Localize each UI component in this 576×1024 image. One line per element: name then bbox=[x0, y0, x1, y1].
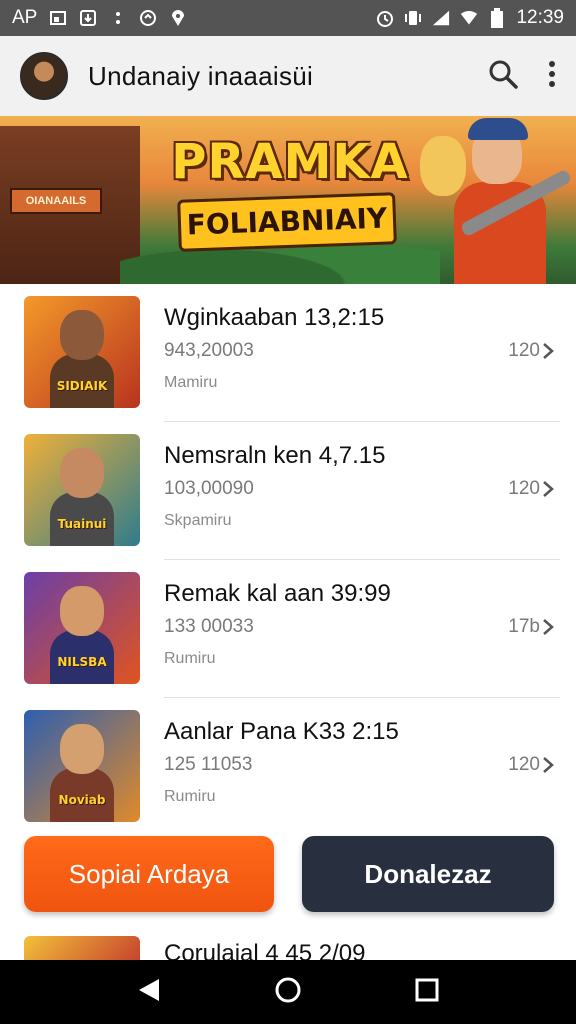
sync-icon bbox=[139, 9, 157, 27]
system-nav-bar bbox=[0, 960, 576, 1024]
alarm-icon bbox=[376, 9, 394, 27]
more-vert-icon[interactable] bbox=[548, 60, 556, 93]
thumbnail-logo: Tuainui bbox=[57, 517, 107, 531]
list-item[interactable]: SIDIAIK Wginkaaban 13,2:15 943,20003 Mam… bbox=[0, 284, 576, 422]
list-item[interactable]: Tuainui Nemsraln ken 4,7.15 103,00090 Sk… bbox=[0, 422, 576, 560]
item-count: 120 bbox=[508, 340, 554, 362]
vibrate-icon bbox=[404, 9, 422, 27]
image-icon bbox=[49, 9, 67, 27]
list-item[interactable]: Noviab Aanlar Pana K33 2:15 125 11053 Ru… bbox=[0, 698, 576, 836]
thumbnail-logo: SIDIAIK bbox=[56, 379, 108, 393]
item-tag: Rumiru bbox=[164, 650, 216, 667]
signal-icon bbox=[432, 9, 450, 27]
item-meta: 943,20003 bbox=[164, 340, 254, 361]
dots-icon bbox=[109, 9, 127, 27]
primary-button[interactable]: Sopiai Ardaya bbox=[24, 836, 274, 912]
chevron-right-icon bbox=[543, 619, 554, 635]
location-icon bbox=[169, 9, 187, 27]
item-count-value: 120 bbox=[508, 754, 540, 775]
item-count: 120 bbox=[508, 478, 554, 500]
status-bar: AP 12:39 bbox=[0, 0, 576, 36]
avatar[interactable] bbox=[20, 52, 68, 100]
recents-icon[interactable] bbox=[415, 978, 439, 1007]
item-title: Remak kal aan 39:99 bbox=[164, 580, 391, 607]
item-title: Aanlar Pana K33 2:15 bbox=[164, 718, 399, 745]
home-icon[interactable] bbox=[274, 976, 302, 1009]
item-tag: Skpamiru bbox=[164, 512, 232, 529]
item-meta: 133 00033 bbox=[164, 616, 254, 637]
back-icon[interactable] bbox=[137, 977, 161, 1008]
item-title: Corulaial 4 45 2/09 bbox=[164, 940, 366, 960]
item-meta: 103,00090 bbox=[164, 478, 254, 499]
app-bar: Undanaiy inaaaisüi bbox=[0, 36, 576, 116]
search-icon[interactable] bbox=[488, 59, 518, 94]
app-title: Undanaiy inaaaisüi bbox=[88, 60, 314, 91]
thumbnail-logo: NILSBA bbox=[57, 655, 107, 669]
game-thumbnail: NILSBA bbox=[24, 572, 140, 684]
battery-icon bbox=[488, 8, 506, 28]
item-title: Nemsraln ken 4,7.15 bbox=[164, 442, 386, 469]
hero-banner[interactable]: OIANAAILS PRAMKA FOLIABNIAIY bbox=[0, 116, 576, 284]
download-icon bbox=[79, 9, 97, 27]
item-tag: Rumiru bbox=[164, 788, 216, 805]
banner-title: PRAMKA bbox=[171, 134, 409, 190]
game-thumbnail: Tuainui bbox=[24, 434, 140, 546]
status-time: 12:39 bbox=[516, 7, 564, 28]
chevron-right-icon bbox=[543, 343, 554, 359]
banner-subtitle: FOLIABNIAIY bbox=[177, 192, 397, 252]
item-count: 120 bbox=[508, 754, 554, 776]
banner-sign: OIANAAILS bbox=[10, 188, 102, 214]
list-item-partial[interactable]: Corulaial 4 45 2/09 bbox=[0, 934, 576, 960]
game-thumbnail: Noviab bbox=[24, 710, 140, 822]
game-thumbnail: SIDIAIK bbox=[24, 296, 140, 408]
wifi-icon bbox=[460, 9, 478, 27]
thumbnail-logo: Noviab bbox=[58, 793, 106, 807]
item-count-value: 120 bbox=[508, 478, 540, 499]
game-thumbnail bbox=[24, 936, 140, 960]
item-title: Wginkaaban 13,2:15 bbox=[164, 304, 385, 331]
item-count-value: 120 bbox=[508, 340, 540, 361]
list-item[interactable]: NILSBA Remak kal aan 39:99 133 00033 Rum… bbox=[0, 560, 576, 698]
carrier-label: AP bbox=[12, 7, 38, 28]
item-count: 17b bbox=[508, 616, 554, 638]
item-meta: 125 11053 bbox=[164, 754, 253, 775]
chevron-right-icon bbox=[543, 481, 554, 497]
item-tag: Mamiru bbox=[164, 374, 218, 391]
secondary-button[interactable]: Donalezaz bbox=[302, 836, 554, 912]
chevron-right-icon bbox=[543, 757, 554, 773]
action-bar: Sopiai Ardaya Donalezaz bbox=[0, 834, 576, 918]
item-count-value: 17b bbox=[508, 616, 540, 637]
